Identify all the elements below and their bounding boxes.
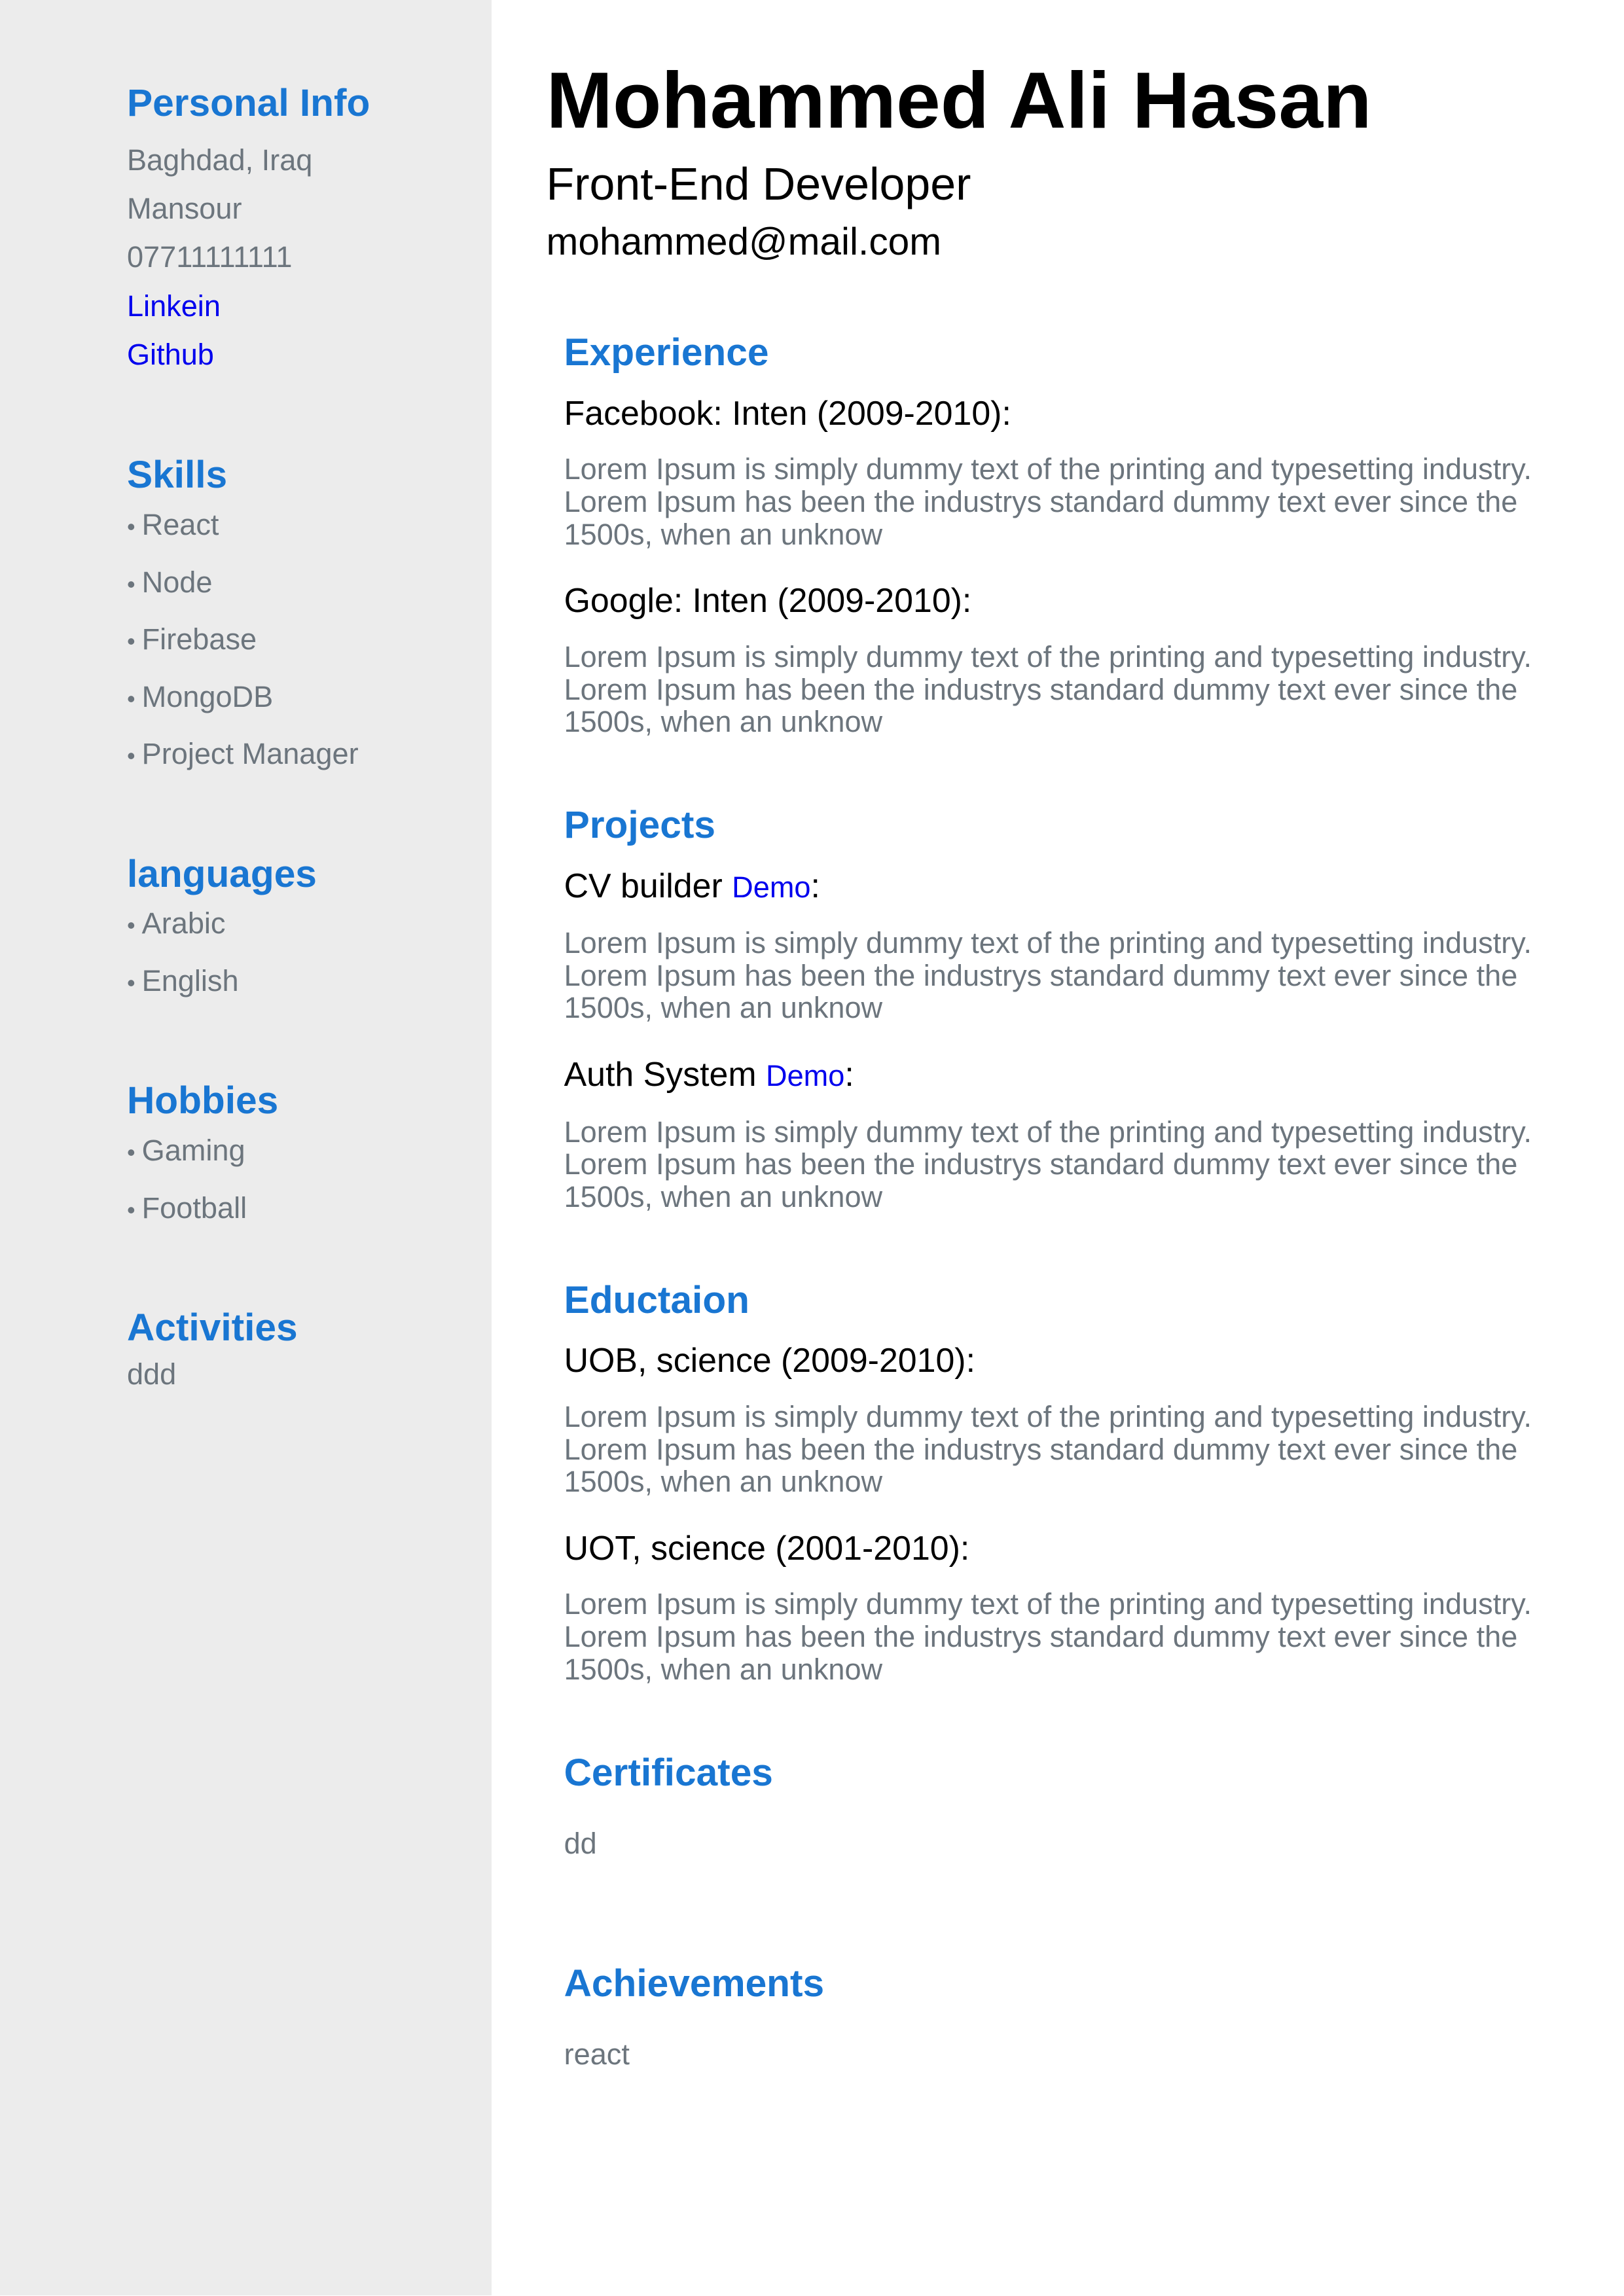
- full-name: Mohammed Ali Hasan: [546, 55, 1372, 145]
- activities-text: ddd: [126, 1357, 177, 1391]
- skill-item: MongoDB: [127, 670, 370, 727]
- hobbies-section: Hobbies Gaming Football: [127, 1079, 370, 1238]
- address: Baghdad, Iraq: [126, 143, 313, 177]
- projects-section: Projects CV builder Demo: Lorem Ipsum is…: [564, 803, 1580, 1213]
- certificates-heading: Certificates: [564, 1751, 773, 1794]
- colon: :: [810, 866, 820, 905]
- hobby-item: Gaming: [127, 1123, 370, 1181]
- linkedin-link[interactable]: Linkein: [127, 289, 221, 323]
- entry-title: UOT, science (2001-2010):: [564, 1528, 970, 1567]
- experience-entry: Google: Inten (2009-2010): Lorem Ipsum i…: [564, 580, 1580, 738]
- language-item: English: [127, 954, 370, 1011]
- experience-heading: Experience: [564, 331, 769, 374]
- education-section: Eductaion UOB, science (2009-2010): Lore…: [564, 1278, 1580, 1686]
- education-entry: UOT, science (2001-2010): Lorem Ipsum is…: [564, 1528, 1580, 1685]
- personal-info-section: Personal Info Baghdad, Iraq Mansour 0771…: [127, 81, 370, 380]
- demo-link[interactable]: Demo: [766, 1059, 844, 1092]
- entry-title: CV builder Demo:: [564, 865, 1580, 908]
- languages-heading: languages: [126, 852, 317, 895]
- education-heading: Eductaion: [564, 1278, 749, 1321]
- skill-item: React: [127, 497, 370, 555]
- language-item: Arabic: [127, 896, 370, 954]
- certificates-section: Certificates dd: [564, 1751, 1580, 1860]
- colon: :: [844, 1055, 854, 1094]
- cv-page: Personal Info Baghdad, Iraq Mansour 0771…: [0, 0, 1624, 2296]
- achievements-heading: Achievements: [564, 1962, 825, 2005]
- project-name: Auth System: [564, 1055, 757, 1094]
- entry-description: Lorem Ipsum is simply dummy text of the …: [564, 1115, 1532, 1213]
- activities-heading: Activities: [126, 1306, 298, 1349]
- languages-section: languages Arabic English: [127, 852, 370, 1011]
- skill-item: Firebase: [127, 612, 370, 670]
- activities-section: Activities ddd: [127, 1306, 370, 1399]
- entry-title: UOB, science (2009-2010):: [564, 1341, 975, 1380]
- skill-item: Node: [127, 555, 370, 613]
- experience-entry: Facebook: Inten (2009-2010): Lorem Ipsum…: [564, 393, 1580, 550]
- personal-info-heading: Personal Info: [126, 82, 370, 125]
- entry-description: Lorem Ipsum is simply dummy text of the …: [564, 926, 1532, 1025]
- entry-description: Lorem Ipsum is simply dummy text of the …: [564, 1399, 1532, 1499]
- hobby-item: Football: [127, 1181, 370, 1238]
- phone: 07711111111: [126, 240, 293, 274]
- project-name: CV builder: [564, 866, 723, 905]
- achievements-text: react: [564, 2037, 630, 2072]
- education-entry: UOB, science (2009-2010): Lorem Ipsum is…: [564, 1340, 1580, 1498]
- entry-title: Google: Inten (2009-2010):: [564, 581, 972, 620]
- achievements-section: Achievements react: [564, 1962, 1580, 2071]
- demo-link[interactable]: Demo: [732, 870, 810, 904]
- job-title: Front-End Developer: [546, 158, 971, 210]
- sidebar: Personal Info Baghdad, Iraq Mansour 0771…: [0, 0, 492, 2296]
- project-entry: CV builder Demo: Lorem Ipsum is simply d…: [564, 865, 1580, 1024]
- project-entry: Auth System Demo: Lorem Ipsum is simply …: [564, 1054, 1580, 1213]
- entry-description: Lorem Ipsum is simply dummy text of the …: [564, 452, 1532, 551]
- skills-section: Skills React Node Firebase MongoDB Proje…: [127, 453, 370, 784]
- entry-description: Lorem Ipsum is simply dummy text of the …: [564, 1587, 1532, 1686]
- entry-description: Lorem Ipsum is simply dummy text of the …: [564, 639, 1532, 739]
- hobbies-heading: Hobbies: [126, 1079, 279, 1122]
- main-content: Mohammed Ali Hasan Front-End Developer m…: [547, 56, 1580, 2136]
- area: Mansour: [126, 191, 242, 225]
- certificates-text: dd: [564, 1826, 597, 1860]
- experience-section: Experience Facebook: Inten (2009-2010): …: [564, 331, 1580, 738]
- entry-title: Facebook: Inten (2009-2010):: [564, 393, 1011, 432]
- entry-title: Auth System Demo:: [564, 1054, 1580, 1096]
- skill-item: Project Manager: [127, 726, 370, 784]
- skills-heading: Skills: [126, 454, 228, 497]
- email: mohammed@mail.com: [546, 221, 942, 264]
- github-link[interactable]: Github: [127, 338, 214, 371]
- projects-heading: Projects: [564, 803, 715, 846]
